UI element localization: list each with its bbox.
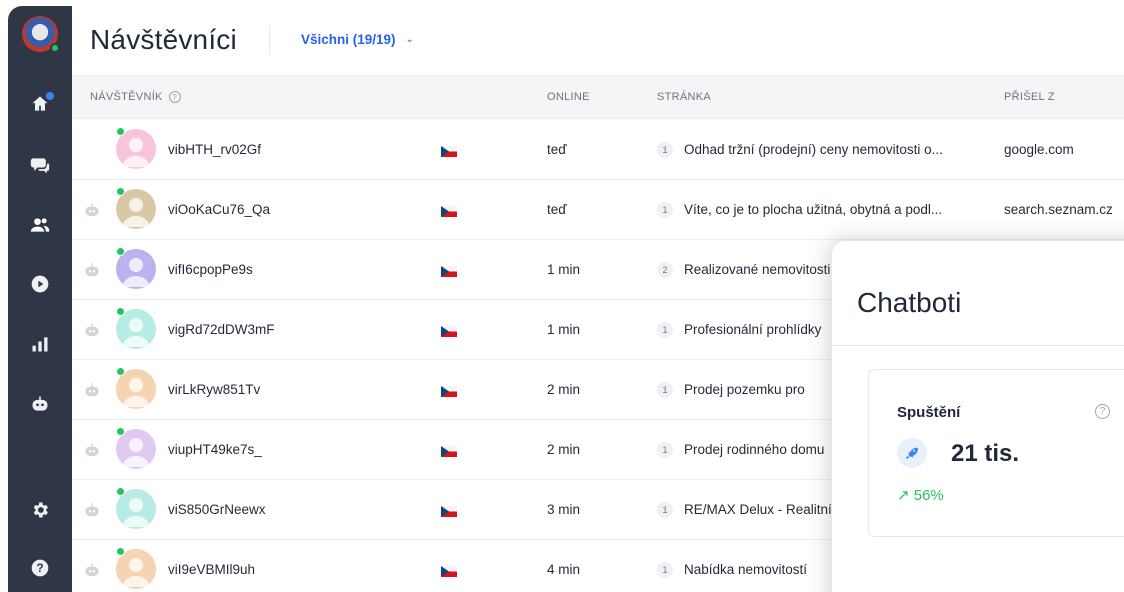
panel-title: Chatboti	[857, 287, 962, 318]
column-header-visitor[interactable]: NÁVŠTĚVNÍK?	[90, 91, 181, 104]
online-status-dot	[50, 43, 60, 53]
referrer-text: google.com	[1004, 142, 1074, 157]
table-header: NÁVŠTĚVNÍK? ONLINE STRÁNKA PŘIŠEL Z	[72, 76, 1124, 119]
online-time: 1 min	[547, 322, 581, 337]
bot-icon	[84, 263, 100, 277]
page-count-badge: 1	[657, 382, 673, 398]
online-status-dot	[116, 427, 125, 436]
visitor-name[interactable]: viI9eVBMIl9uh	[168, 562, 255, 577]
column-header-online[interactable]: ONLINE	[547, 91, 590, 103]
visitor-name[interactable]: vigRd72dDW3mF	[168, 322, 275, 337]
czech-flag-icon	[441, 146, 457, 157]
svg-text:?: ?	[36, 562, 43, 575]
online-time: 1 min	[547, 262, 581, 277]
current-page-link[interactable]: Odhad tržní (prodejní) ceny nemovitosti …	[684, 142, 992, 157]
sidebar-item-help[interactable]: ?	[8, 548, 72, 588]
page-count-badge: 1	[657, 562, 673, 578]
page-count-badge: 2	[657, 262, 673, 278]
header-divider	[269, 26, 270, 54]
table-row[interactable]: viOoKaCu76_Qa teď 1 Víte, co je to plocha u…	[72, 180, 1124, 240]
chat-icon	[30, 158, 50, 174]
play-icon	[31, 275, 49, 293]
page-count-badge: 1	[657, 202, 673, 218]
help-icon[interactable]: ?	[1095, 404, 1110, 419]
stat-value: 21 tis.	[951, 440, 1020, 467]
page-count-badge: 1	[657, 442, 673, 458]
bot-icon	[84, 443, 100, 457]
czech-flag-icon	[441, 506, 457, 517]
column-header-label: NÁVŠTĚVNÍK	[90, 91, 163, 103]
stat-label: Spuštění	[897, 404, 961, 421]
czech-flag-icon	[441, 386, 457, 397]
online-status-dot	[116, 187, 125, 196]
sidebar-item-replay[interactable]	[8, 264, 72, 304]
online-status-dot	[116, 247, 125, 256]
online-status-dot	[116, 367, 125, 376]
stats-icon	[32, 337, 48, 352]
page-count-badge: 1	[657, 322, 673, 338]
visitor-filter-dropdown[interactable]: Všichni (19/19) ⌄	[301, 32, 414, 47]
online-time: 4 min	[547, 562, 581, 577]
sidebar-item-stats[interactable]	[8, 324, 72, 364]
czech-flag-icon	[441, 206, 457, 217]
help-icon[interactable]: ?	[168, 91, 181, 104]
help-icon: ?	[31, 559, 49, 577]
czech-flag-icon	[441, 566, 457, 577]
bot-icon	[84, 203, 100, 217]
page-count-badge: 1	[657, 502, 673, 518]
bot-icon	[32, 396, 48, 411]
visitor-name[interactable]: vifI6cpopPe9s	[168, 262, 253, 277]
page-title: Návštěvníci	[90, 24, 237, 55]
online-status-dot	[116, 547, 125, 556]
sidebar-item-chatbots[interactable]	[8, 384, 72, 424]
current-page-link[interactable]: Víte, co je to plocha užitná, obytná a p…	[684, 202, 992, 217]
online-time: 2 min	[547, 442, 581, 457]
account-avatar[interactable]	[22, 16, 60, 53]
online-time: teď	[547, 142, 567, 157]
panel-divider	[832, 345, 1124, 346]
table-row[interactable]: vibHTH_rv02Gf teď 1 Odhad tržní (prodejní) …	[72, 120, 1124, 180]
launches-stat-card[interactable]: Spuštění ? 21 tis. ↗ 56%	[868, 369, 1124, 537]
online-time: 2 min	[547, 382, 581, 397]
column-header-from[interactable]: PŘIŠEL Z	[1004, 91, 1055, 103]
bot-icon	[84, 563, 100, 577]
sidebar-item-settings[interactable]	[8, 490, 72, 530]
bot-icon	[84, 503, 100, 517]
app-window: ? Návštěvníci Všichni (19/19) ⌄ NÁVŠTĚVN…	[8, 6, 1124, 592]
czech-flag-icon	[441, 266, 457, 277]
online-time: 3 min	[547, 502, 581, 517]
visitor-name[interactable]: viOoKaCu76_Qa	[168, 202, 270, 217]
stat-trend: ↗ 56%	[897, 487, 944, 504]
online-status-dot	[116, 127, 125, 136]
bot-icon	[84, 383, 100, 397]
page-count-badge: 1	[657, 142, 673, 158]
visitors-icon	[30, 218, 50, 232]
chatbot-panel: Chatboti Spuštění ? 21 tis. ↗ 56%	[831, 240, 1124, 592]
chevron-down-icon: ⌄	[405, 34, 414, 45]
referrer-text: search.seznam.cz	[1004, 202, 1113, 217]
czech-flag-icon	[441, 326, 457, 337]
notification-dot	[46, 92, 54, 100]
column-header-page[interactable]: STRÁNKA	[657, 91, 711, 103]
visitor-name[interactable]: viupHT49ke7s_	[168, 442, 262, 457]
czech-flag-icon	[441, 446, 457, 457]
visitor-name[interactable]: viS850GrNeewx	[168, 502, 266, 517]
bot-icon	[84, 323, 100, 337]
sidebar-item-home[interactable]	[8, 84, 72, 124]
online-status-dot	[116, 307, 125, 316]
online-status-dot	[116, 487, 125, 496]
sidebar-item-visitors[interactable]	[8, 205, 72, 245]
page-header: Návštěvníci Všichni (19/19) ⌄	[72, 6, 1124, 76]
sidebar-item-chat[interactable]	[8, 145, 72, 185]
filter-label: Všichni (19/19)	[301, 32, 396, 47]
sidebar: ?	[8, 6, 72, 592]
visitor-name[interactable]: virLkRyw851Tv	[168, 382, 260, 397]
gear-icon	[33, 502, 48, 518]
visitor-name[interactable]: vibHTH_rv02Gf	[168, 142, 261, 157]
rocket-icon	[897, 438, 927, 468]
online-time: teď	[547, 202, 567, 217]
